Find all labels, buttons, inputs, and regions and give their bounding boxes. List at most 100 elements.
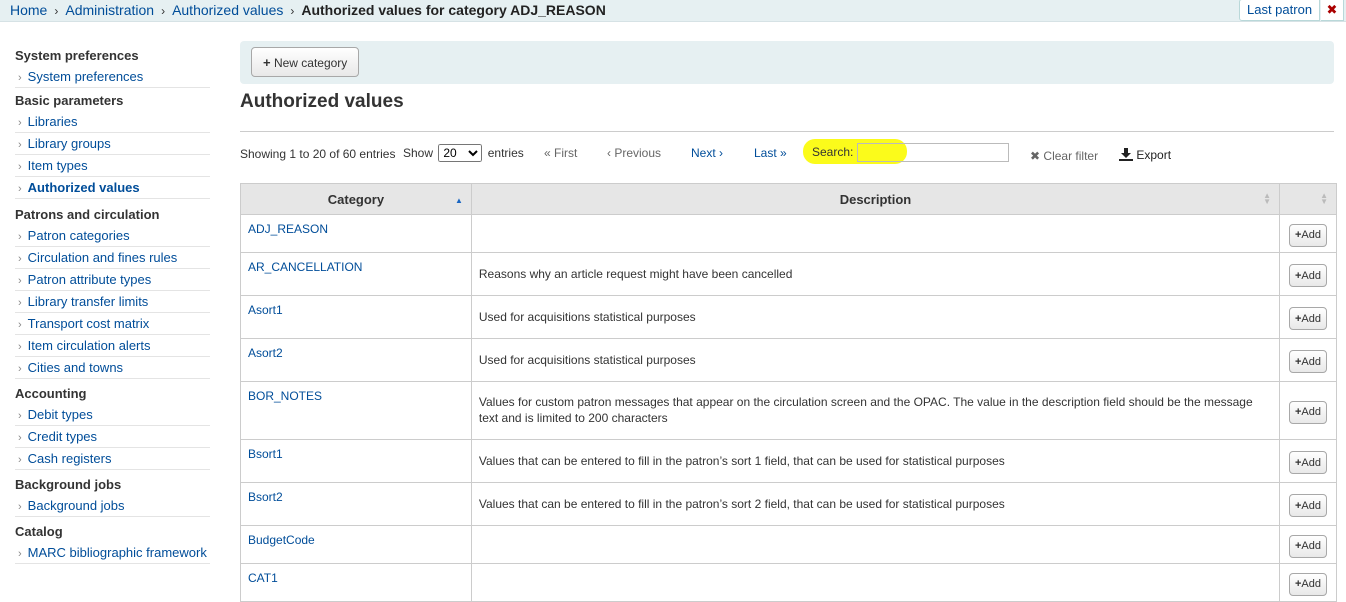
sidebar-link[interactable]: Patron attribute types bbox=[28, 272, 152, 287]
description-cell bbox=[470, 214, 1281, 253]
sidebar-link[interactable]: MARC bibliographic framework bbox=[28, 545, 207, 560]
sidebar-link[interactable]: Cash registers bbox=[28, 451, 112, 466]
actions-cell: +Add bbox=[1279, 381, 1337, 440]
add-value-button[interactable]: +Add bbox=[1288, 264, 1327, 287]
sidebar-list: › Libraries › Library groups › Item types › Aut… bbox=[15, 111, 210, 199]
sidebar-link[interactable]: Debit types bbox=[28, 407, 93, 422]
sidebar-link[interactable]: Authorized values bbox=[28, 180, 140, 195]
entries-label: entries bbox=[487, 146, 524, 160]
add-value-button[interactable]: +Add bbox=[1288, 307, 1327, 330]
category-link[interactable]: CAT1 bbox=[248, 571, 278, 585]
description-cell: Values for custom patron messages that a… bbox=[470, 381, 1281, 440]
sidebar-item: › Cash registers bbox=[15, 448, 210, 470]
sidebar-heading: Accounting bbox=[15, 386, 87, 401]
sidebar-link[interactable]: Item types bbox=[28, 158, 88, 173]
column-header-category[interactable]: Category ▲ bbox=[240, 183, 472, 215]
table-row: Asort2 Used for acquisitions statistical … bbox=[240, 338, 1337, 382]
sidebar-link[interactable]: Library groups bbox=[28, 136, 111, 151]
add-value-button[interactable]: +Add bbox=[1288, 451, 1327, 474]
new-category-label: New category bbox=[273, 55, 348, 70]
category-link[interactable]: Asort2 bbox=[248, 346, 283, 360]
category-link[interactable]: Bsort1 bbox=[248, 447, 283, 461]
category-link[interactable]: Asort1 bbox=[248, 303, 283, 317]
category-cell: AR_CANCELLATION bbox=[240, 252, 472, 296]
category-link[interactable]: ADJ_REASON bbox=[248, 222, 328, 236]
sidebar-link[interactable]: System preferences bbox=[28, 69, 144, 84]
sort-icon: ▲ ▼ bbox=[1263, 191, 1272, 206]
sidebar-link[interactable]: Credit types bbox=[28, 429, 97, 444]
column-header-description[interactable]: Description ▲ ▼ bbox=[470, 183, 1281, 215]
entries-select[interactable]: 20 bbox=[438, 144, 483, 162]
new-category-button[interactable]: + New category bbox=[251, 47, 360, 77]
table-row: BudgetCode +Add bbox=[240, 525, 1337, 564]
chevron-right-icon: › bbox=[18, 341, 22, 353]
pager-last[interactable]: Last » bbox=[754, 146, 787, 160]
close-icon: ✖ bbox=[1030, 149, 1041, 163]
pager-first[interactable]: « First bbox=[544, 146, 577, 160]
table-row: BOR_NOTES Values for custom patron messag… bbox=[240, 381, 1337, 440]
description-text: Values that can be entered to fill in th… bbox=[478, 454, 1005, 468]
show-entries: Show 20 entries bbox=[403, 144, 524, 162]
sidebar-heading: Catalog bbox=[15, 524, 63, 539]
table-row: Bsort2 Values that can be entered to fill… bbox=[240, 482, 1337, 526]
chevron-right-icon: › bbox=[18, 410, 22, 422]
sort-icon: ▲ ▼ bbox=[1320, 191, 1328, 206]
category-link[interactable]: Bsort2 bbox=[248, 490, 283, 504]
add-value-button[interactable]: +Add bbox=[1288, 400, 1327, 424]
sidebar-item: › Transport cost matrix bbox=[15, 313, 210, 335]
pager-previous[interactable]: ‹ Previous bbox=[607, 146, 661, 160]
authorized-values-table: Category ▲ Description ▲ ▼ ▲ ▼ ADJ_REASON +… bbox=[240, 183, 1337, 602]
add-value-button[interactable]: +Add bbox=[1288, 350, 1327, 373]
actions-cell: +Add bbox=[1279, 439, 1337, 483]
sidebar-item: › Libraries bbox=[15, 111, 210, 133]
clear-filter-button[interactable]: ✖ Clear filter bbox=[1030, 149, 1098, 163]
pager-next[interactable]: Next › bbox=[691, 146, 723, 160]
chevron-right-icon: › bbox=[18, 72, 22, 84]
sidebar-link[interactable]: Library transfer limits bbox=[28, 294, 149, 309]
sidebar-link[interactable]: Libraries bbox=[28, 114, 78, 129]
add-value-button[interactable]: +Add bbox=[1288, 494, 1327, 517]
sidebar-link[interactable]: Background jobs bbox=[28, 498, 125, 513]
category-link[interactable]: BudgetCode bbox=[248, 533, 315, 547]
sidebar-item: › Background jobs bbox=[15, 495, 210, 517]
sidebar-item: › Patron categories bbox=[15, 225, 210, 247]
add-value-button[interactable]: +Add bbox=[1288, 572, 1327, 596]
description-cell: Reasons why an article request might hav… bbox=[470, 252, 1281, 296]
description-cell: Used for acquisitions statistical purpos… bbox=[470, 295, 1281, 339]
category-cell: ADJ_REASON bbox=[240, 214, 472, 253]
add-label: Add bbox=[1301, 269, 1321, 282]
sidebar-link[interactable]: Patron categories bbox=[28, 228, 130, 243]
category-link[interactable]: AR_CANCELLATION bbox=[248, 260, 362, 274]
breadcrumb-authorized-values[interactable]: Authorized values bbox=[172, 2, 283, 18]
chevron-right-icon: › bbox=[18, 275, 22, 287]
add-value-button[interactable]: +Add bbox=[1288, 223, 1327, 247]
divider bbox=[240, 131, 1334, 132]
table-row: ADJ_REASON +Add bbox=[240, 214, 1337, 253]
sidebar-link[interactable]: Item circulation alerts bbox=[28, 338, 151, 353]
clear-filter-label: Clear filter bbox=[1043, 149, 1099, 163]
sidebar-link[interactable]: Transport cost matrix bbox=[28, 316, 150, 331]
sort-ascending-icon: ▲ bbox=[454, 196, 463, 205]
chevron-right-icon: › bbox=[161, 4, 166, 18]
add-value-button[interactable]: +Add bbox=[1288, 534, 1327, 558]
sidebar-item: › Credit types bbox=[15, 426, 210, 448]
export-button[interactable]: Export bbox=[1119, 148, 1171, 162]
category-cell: BOR_NOTES bbox=[240, 381, 472, 440]
sidebar-link[interactable]: Circulation and fines rules bbox=[28, 250, 178, 265]
sidebar-item: › Item types bbox=[15, 155, 210, 177]
sidebar-item: › Cities and towns bbox=[15, 357, 210, 379]
chevron-right-icon: › bbox=[18, 253, 22, 265]
table-row: Bsort1 Values that can be entered to fill… bbox=[240, 439, 1337, 483]
category-link[interactable]: BOR_NOTES bbox=[248, 389, 322, 403]
actions-cell: +Add bbox=[1279, 338, 1337, 382]
last-patron-button[interactable]: Last patron bbox=[1239, 0, 1321, 21]
chevron-right-icon: › bbox=[18, 501, 22, 513]
column-header-actions[interactable]: ▲ ▼ bbox=[1279, 183, 1337, 215]
sidebar-link[interactable]: Cities and towns bbox=[28, 360, 123, 375]
breadcrumb-administration[interactable]: Administration bbox=[65, 2, 154, 18]
close-icon[interactable]: ✖ bbox=[1321, 0, 1344, 21]
breadcrumb-home[interactable]: Home bbox=[10, 2, 47, 18]
actions-cell: +Add bbox=[1279, 563, 1337, 602]
add-label: Add bbox=[1301, 312, 1321, 325]
search-input[interactable] bbox=[857, 143, 1009, 162]
